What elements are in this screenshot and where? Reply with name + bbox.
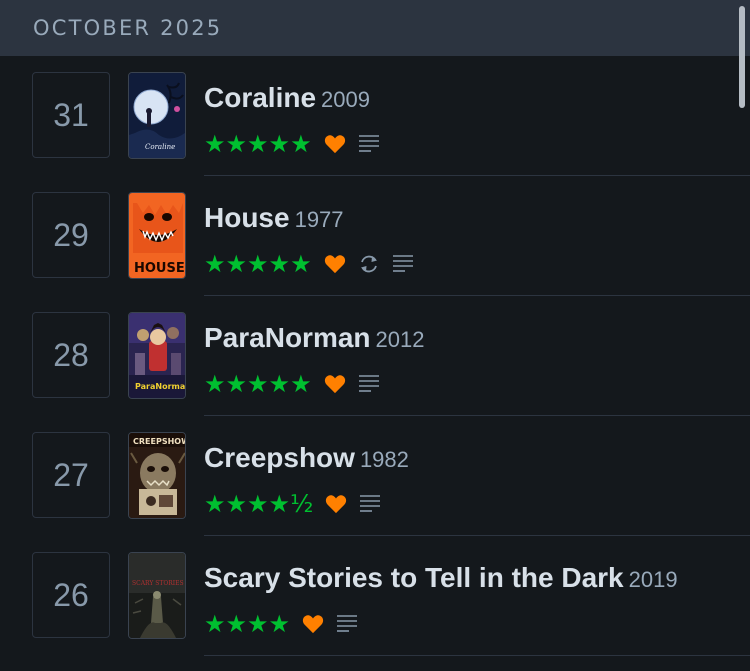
svg-text:ParaNorman: ParaNorman: [135, 382, 186, 391]
film-year[interactable]: 2009: [321, 87, 370, 112]
svg-text:CREEPSHOW: CREEPSHOW: [133, 437, 186, 446]
diary-entry[interactable]: 26 SCARY STORIES Scary Stories to Tell i…: [0, 536, 750, 656]
diary-entry[interactable]: 29 HOUSE House 1977 ★★★★★: [0, 176, 750, 296]
film-title[interactable]: Coraline: [204, 82, 316, 113]
rewatch-icon[interactable]: [358, 253, 380, 275]
heart-icon[interactable]: [324, 374, 346, 394]
review-icon[interactable]: [358, 134, 380, 154]
film-poster[interactable]: CREEPSHOW: [128, 432, 186, 519]
star-rating: ★★★★½: [204, 490, 314, 518]
entry-divider: [204, 655, 750, 656]
heart-icon[interactable]: [324, 254, 346, 274]
month-header: OCTOBER 2025: [0, 0, 750, 56]
svg-text:HOUSE: HOUSE: [134, 261, 185, 276]
review-icon[interactable]: [358, 374, 380, 394]
film-year[interactable]: 1977: [295, 207, 344, 232]
day-number[interactable]: 28: [32, 312, 110, 398]
film-title[interactable]: Creepshow: [204, 442, 355, 473]
star-rating: ★★★★★: [204, 130, 312, 158]
film-year[interactable]: 2012: [376, 327, 425, 352]
film-title[interactable]: Scary Stories to Tell in the Dark: [204, 562, 624, 593]
heart-icon[interactable]: [302, 614, 324, 634]
film-title[interactable]: ParaNorman: [204, 322, 371, 353]
diary-entry[interactable]: 28 ParaNorman ParaNorman 2012 ★★★★★: [0, 296, 750, 416]
day-number[interactable]: 27: [32, 432, 110, 518]
star-rating: ★★★★★: [204, 250, 312, 278]
month-label: OCTOBER 2025: [33, 16, 223, 40]
diary-entry[interactable]: 27 CREEPSHOW Creepshow 1982 ★★★★½: [0, 416, 750, 536]
diary-entry[interactable]: 31 Coraline Coraline 2009 ★★★★★: [0, 56, 750, 176]
film-title[interactable]: House: [204, 202, 290, 233]
film-year[interactable]: 2019: [629, 567, 678, 592]
svg-text:SCARY STORIES: SCARY STORIES: [132, 580, 184, 587]
film-poster[interactable]: HOUSE: [128, 192, 186, 279]
day-number[interactable]: 29: [32, 192, 110, 278]
star-rating: ★★★★: [204, 610, 291, 638]
day-number[interactable]: 26: [32, 552, 110, 638]
svg-text:Coraline: Coraline: [145, 143, 175, 151]
film-poster[interactable]: Coraline: [128, 72, 186, 159]
film-poster[interactable]: SCARY STORIES: [128, 552, 186, 639]
review-icon[interactable]: [359, 494, 381, 514]
film-poster[interactable]: ParaNorman: [128, 312, 186, 399]
heart-icon[interactable]: [325, 494, 347, 514]
star-rating: ★★★★★: [204, 370, 312, 398]
review-icon[interactable]: [336, 614, 358, 634]
film-year[interactable]: 1982: [360, 447, 409, 472]
review-icon[interactable]: [392, 254, 414, 274]
heart-icon[interactable]: [324, 134, 346, 154]
day-number[interactable]: 31: [32, 72, 110, 158]
